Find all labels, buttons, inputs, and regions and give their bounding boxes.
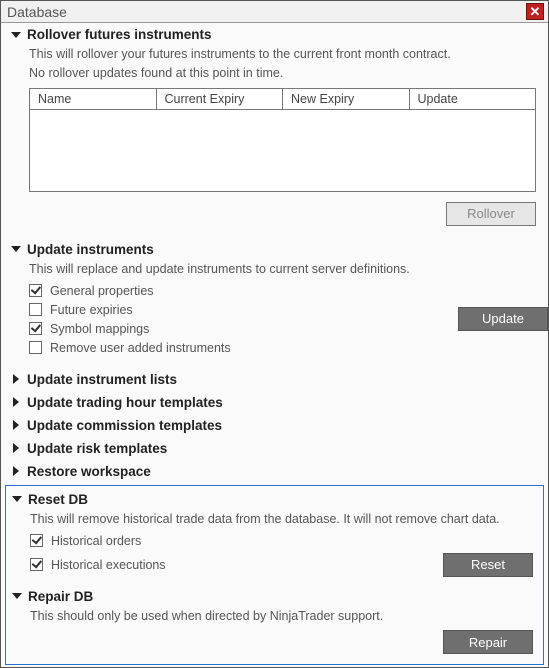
col-name: Name	[30, 88, 157, 109]
caret-down-icon	[11, 32, 21, 38]
reset-repair-highlight: Reset DB This will remove historical tra…	[5, 485, 544, 666]
caret-right-icon	[13, 374, 19, 384]
rollover-table-empty	[30, 109, 536, 191]
rollover-button[interactable]: Rollover	[446, 202, 536, 226]
section-update-trading-hours: Update trading hour templates	[1, 391, 548, 414]
section-restore-workspace-header[interactable]: Restore workspace	[1, 460, 548, 481]
close-icon: ✕	[530, 5, 541, 18]
section-rollover-title: Rollover futures instruments	[27, 27, 212, 42]
col-current-expiry: Current Expiry	[156, 88, 283, 109]
section-reset-db: Reset DB This will remove historical tra…	[6, 488, 543, 585]
update-button[interactable]: Update	[458, 307, 548, 331]
section-update-commission-header[interactable]: Update commission templates	[1, 414, 548, 435]
checkbox-icon	[30, 534, 43, 547]
caret-right-icon	[13, 397, 19, 407]
opt-future-expiries-label: Future expiries	[50, 303, 133, 317]
checkbox-icon	[29, 341, 42, 354]
section-update-commission: Update commission templates	[1, 414, 548, 437]
section-repair-db-header[interactable]: Repair DB	[6, 585, 543, 606]
section-update-risk: Update risk templates	[1, 437, 548, 460]
checkbox-icon	[29, 303, 42, 316]
section-update-commission-title: Update commission templates	[27, 418, 222, 433]
window-body: Rollover futures instruments This will r…	[1, 23, 548, 667]
section-update-instruments-content: This will replace and update instruments…	[1, 261, 548, 366]
section-update-trading-hours-header[interactable]: Update trading hour templates	[1, 391, 548, 412]
section-update-trading-hours-title: Update trading hour templates	[27, 395, 223, 410]
rollover-desc-1: This will rollover your futures instrume…	[29, 46, 536, 63]
reset-button[interactable]: Reset	[443, 553, 533, 577]
rollover-table: Name Current Expiry New Expiry Update	[29, 88, 536, 192]
opt-historical-orders-label: Historical orders	[51, 534, 141, 548]
checkbox-icon	[29, 322, 42, 335]
section-repair-db: Repair DB This should only be used when …	[6, 585, 543, 657]
caret-right-icon	[13, 420, 19, 430]
section-rollover: Rollover futures instruments This will r…	[1, 23, 548, 238]
col-update: Update	[409, 88, 536, 109]
section-repair-db-title: Repair DB	[28, 589, 93, 604]
opt-general-properties[interactable]: General properties	[29, 284, 536, 298]
col-new-expiry: New Expiry	[283, 88, 410, 109]
section-update-instrument-lists-title: Update instrument lists	[27, 372, 177, 387]
opt-general-properties-label: General properties	[50, 284, 154, 298]
database-window: Database ✕ Rollover futures instruments …	[0, 0, 549, 668]
rollover-desc-2: No rollover updates found at this point …	[29, 65, 536, 82]
section-rollover-content: This will rollover your futures instrume…	[1, 46, 548, 236]
section-repair-db-content: This should only be used when directed b…	[6, 608, 543, 655]
section-update-instrument-lists-header[interactable]: Update instrument lists	[1, 368, 548, 389]
repair-desc: This should only be used when directed b…	[30, 608, 533, 625]
window-title: Database	[7, 4, 526, 20]
section-update-instruments-header[interactable]: Update instruments	[1, 238, 548, 259]
checkbox-icon	[29, 284, 42, 297]
section-rollover-header[interactable]: Rollover futures instruments	[1, 23, 548, 44]
repair-button[interactable]: Repair	[443, 630, 533, 654]
section-restore-workspace-title: Restore workspace	[27, 464, 151, 479]
section-update-instruments-title: Update instruments	[27, 242, 154, 257]
checkbox-icon	[30, 558, 43, 571]
section-restore-workspace: Restore workspace	[1, 460, 548, 483]
section-update-instruments: Update instruments This will replace and…	[1, 238, 548, 368]
opt-historical-executions-label: Historical executions	[51, 558, 166, 572]
section-reset-db-content: This will remove historical trade data f…	[6, 511, 543, 583]
opt-remove-user-added-label: Remove user added instruments	[50, 341, 231, 355]
close-button[interactable]: ✕	[526, 3, 544, 20]
opt-historical-orders[interactable]: Historical orders	[30, 534, 533, 548]
titlebar: Database ✕	[1, 1, 548, 23]
opt-symbol-mappings-label: Symbol mappings	[50, 322, 149, 336]
section-reset-db-title: Reset DB	[28, 492, 88, 507]
section-update-risk-header[interactable]: Update risk templates	[1, 437, 548, 458]
caret-right-icon	[13, 466, 19, 476]
caret-down-icon	[12, 496, 22, 502]
section-reset-db-header[interactable]: Reset DB	[6, 488, 543, 509]
opt-historical-executions[interactable]: Historical executions	[30, 558, 443, 572]
update-instruments-desc: This will replace and update instruments…	[29, 261, 536, 278]
reset-desc: This will remove historical trade data f…	[30, 511, 533, 528]
caret-down-icon	[11, 246, 21, 252]
caret-down-icon	[12, 593, 22, 599]
caret-right-icon	[13, 443, 19, 453]
section-update-instrument-lists: Update instrument lists	[1, 368, 548, 391]
opt-remove-user-added[interactable]: Remove user added instruments	[29, 341, 536, 355]
section-update-risk-title: Update risk templates	[27, 441, 167, 456]
